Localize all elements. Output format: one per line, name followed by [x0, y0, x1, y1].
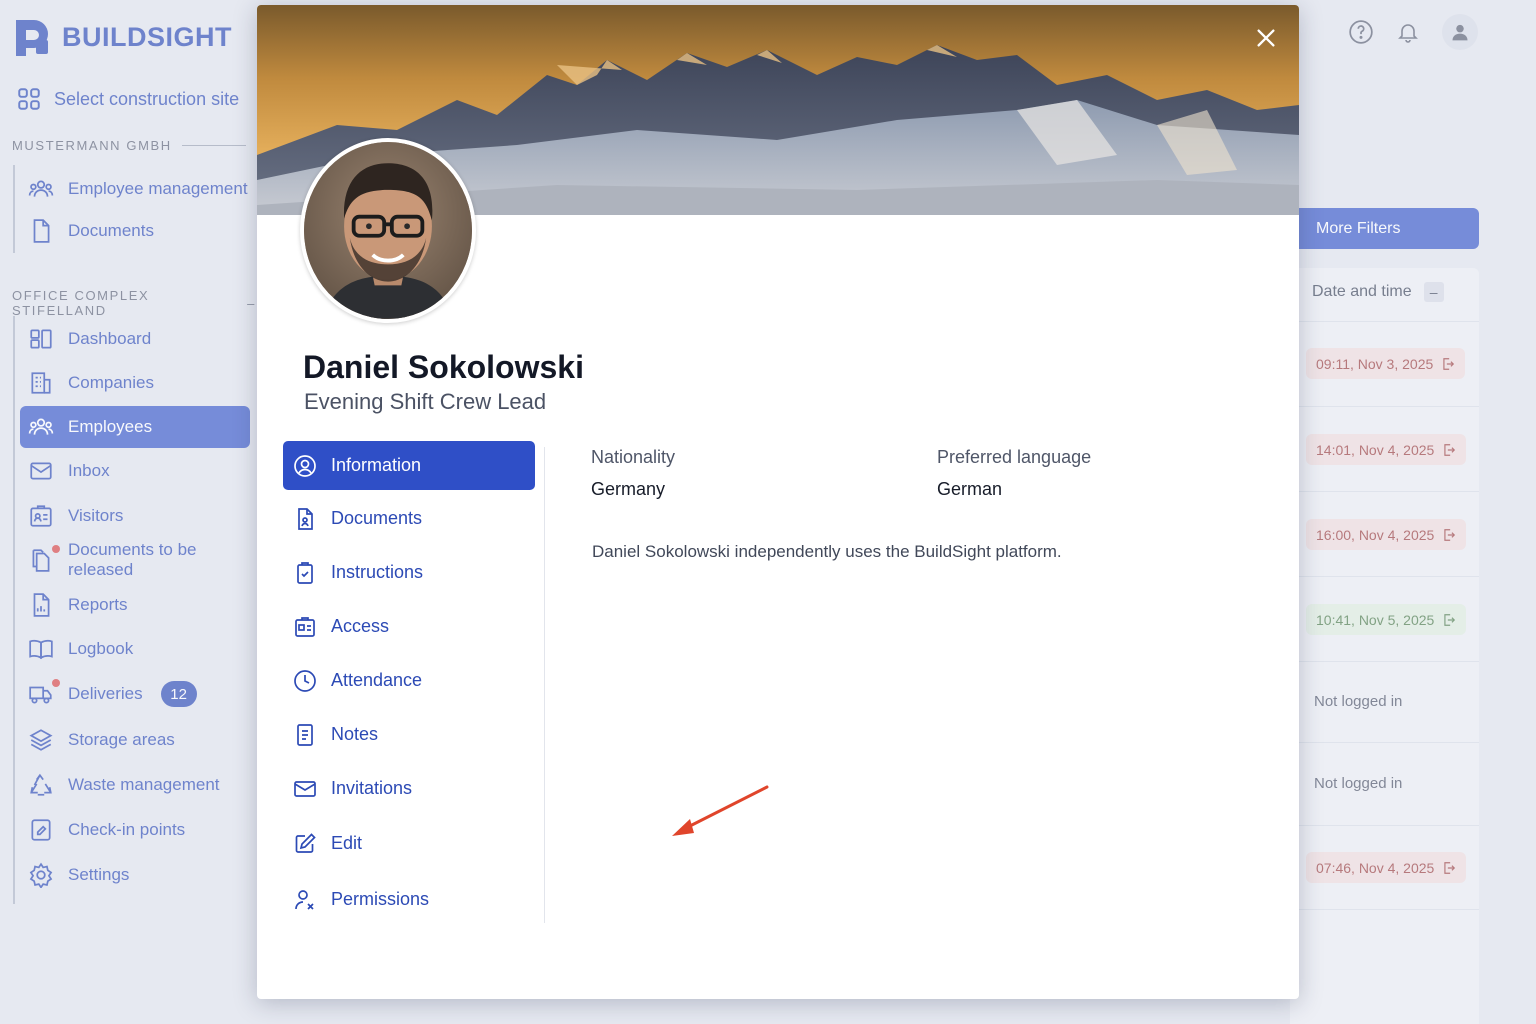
tab-label: Instructions: [331, 562, 424, 582]
tab-label: Attendance: [331, 670, 423, 690]
tab-information[interactable]: Information: [283, 441, 535, 490]
nationality-label: Nationality: [591, 447, 676, 467]
user-x-icon: [295, 889, 314, 910]
preferred-language-label: Preferred language: [937, 447, 1092, 467]
annotation-arrow-icon: [672, 785, 769, 836]
tab-instructions[interactable]: Instructions: [283, 548, 535, 597]
note-icon: [297, 723, 313, 746]
preferred-language-field: Preferred language German: [937, 447, 1237, 500]
close-button[interactable]: [1251, 23, 1281, 53]
tab-label: Information: [331, 455, 422, 475]
employee-role: Evening Shift Crew Lead: [304, 389, 547, 414]
tab-label: Documents: [331, 508, 423, 528]
pencil-icon: [295, 832, 316, 853]
tab-documents[interactable]: Documents: [283, 494, 535, 543]
envelope-icon: [294, 780, 316, 797]
tab-label: Notes: [331, 724, 379, 744]
employee-name: Daniel Sokolowski: [303, 349, 584, 385]
tab-attendance[interactable]: Attendance: [283, 656, 535, 705]
tab-invitations[interactable]: Invitations: [283, 764, 535, 813]
clock-icon: [294, 669, 316, 692]
profile-photo: [304, 142, 472, 319]
tab-edit[interactable]: Edit: [283, 819, 535, 868]
nationality-value: Germany: [591, 479, 666, 499]
tab-label: Permissions: [331, 889, 430, 909]
tab-notes[interactable]: Notes: [283, 710, 535, 759]
avatar: [300, 138, 476, 323]
tab-access[interactable]: Access: [283, 602, 535, 651]
tab-label: Access: [331, 616, 390, 636]
clipboard-check-icon: [297, 561, 313, 584]
nationality-field: Nationality Germany: [591, 447, 891, 500]
tabs-divider: [544, 447, 545, 923]
preferred-language-value: German: [937, 479, 1003, 499]
tab-permissions[interactable]: Permissions: [283, 875, 535, 924]
id-card-icon: [295, 616, 315, 637]
tab-label: Edit: [331, 833, 363, 853]
employee-profile-modal: Daniel Sokolowski Evening Shift Crew Lea…: [257, 5, 1299, 999]
platform-usage-note: Daniel Sokolowski independently uses the…: [592, 542, 1062, 561]
user-circle-icon: [294, 454, 316, 477]
file-person-icon: [298, 507, 313, 530]
tab-label: Invitations: [331, 778, 413, 798]
close-icon: [1257, 29, 1275, 47]
